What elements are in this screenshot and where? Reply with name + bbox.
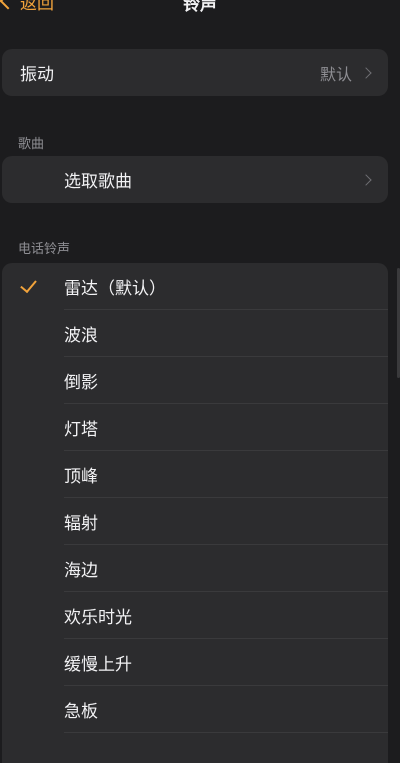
- ringtone-item[interactable]: 灯塔: [2, 404, 388, 451]
- ringtone-label: 辐射: [64, 514, 98, 534]
- ringtone-label: 欢乐时光: [64, 608, 132, 628]
- ringtone-label: 灯塔: [64, 420, 98, 440]
- ringtone-item[interactable]: 辐射: [2, 498, 388, 545]
- chevron-right-icon: [360, 173, 372, 186]
- ringtone-label: 倒影: [64, 373, 98, 393]
- ringtone-item[interactable]: 缓慢上升: [2, 639, 388, 686]
- vibration-row[interactable]: 振动 默认: [2, 49, 388, 96]
- ringtone-label: 急板: [64, 702, 98, 722]
- section-header-ringtones: 电话铃声: [18, 242, 71, 257]
- checkmark-icon: [20, 275, 37, 294]
- ringtone-item[interactable]: 顶峰: [2, 451, 388, 498]
- ringtone-label: 波浪: [64, 326, 98, 346]
- pick-song-label: 选取歌曲: [64, 172, 132, 192]
- ringtone-label: 雷达（默认）: [64, 279, 166, 299]
- ringtone-list: 雷达（默认） 波浪倒影灯塔顶峰辐射海边欢乐时光缓慢上升急板: [2, 263, 388, 763]
- ringtone-label: 海边: [64, 561, 98, 581]
- ringtone-item[interactable]: 倒影: [2, 357, 388, 404]
- section-header-songs: 歌曲: [18, 137, 45, 152]
- songs-group: 选取歌曲: [2, 156, 388, 203]
- ringtone-item[interactable]: 急板: [2, 686, 388, 733]
- pick-song-row[interactable]: 选取歌曲: [2, 156, 388, 203]
- ringtone-label: 顶峰: [64, 467, 98, 487]
- vibration-value: 默认: [319, 64, 352, 84]
- vibration-group: 振动 默认: [2, 49, 388, 96]
- vibration-label: 振动: [20, 65, 54, 85]
- ringtone-label: 缓慢上升: [64, 655, 132, 675]
- page-title: 铃声: [183, 0, 217, 15]
- ringtone-item[interactable]: 欢乐时光: [2, 592, 388, 639]
- ringtone-item[interactable]: 雷达（默认）: [2, 263, 388, 310]
- chevron-right-icon: [360, 66, 372, 79]
- row-divider: [64, 732, 388, 733]
- ringtone-item[interactable]: 波浪: [2, 310, 388, 357]
- navigation-bar: 返回 铃声: [0, 0, 400, 20]
- ringtone-item[interactable]: 海边: [2, 545, 388, 592]
